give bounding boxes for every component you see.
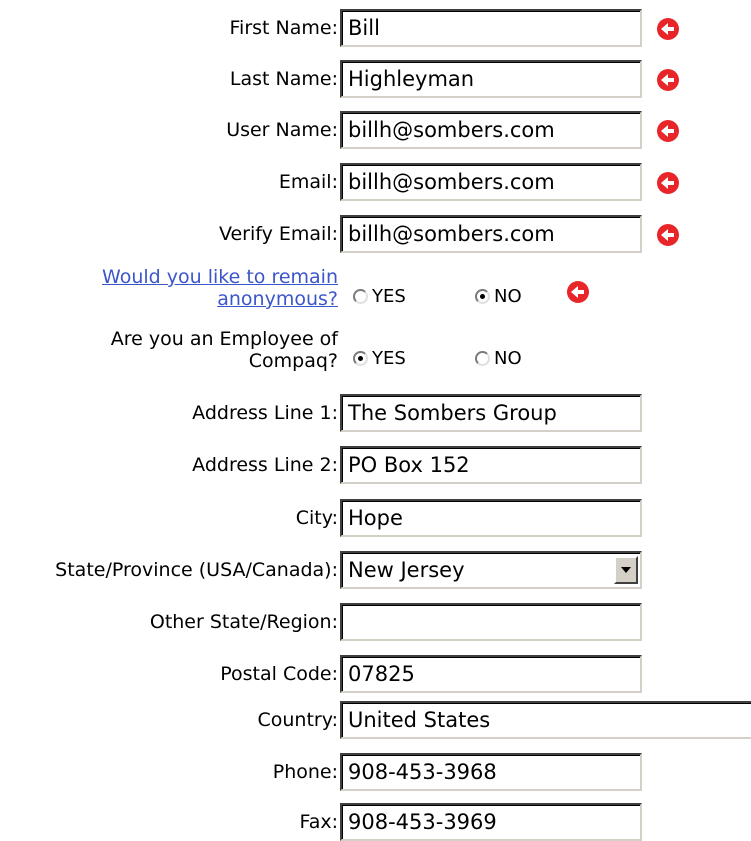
address1-field[interactable]: The Sombers Group (340, 394, 642, 432)
country-field[interactable]: United States (340, 701, 751, 739)
required-arrow-icon (657, 172, 679, 194)
anonymous-yes-radio[interactable] (353, 289, 368, 304)
anonymous-no-option[interactable]: NO (475, 286, 522, 307)
verify-email-label: Verify Email: (218, 223, 338, 245)
first-name-label: First Name: (229, 17, 338, 39)
phone-field[interactable]: 908-453-3968 (340, 753, 642, 791)
dropdown-arrow-icon[interactable] (614, 556, 638, 584)
required-arrow-icon (567, 281, 589, 303)
postal-code-field[interactable]: 07825 (340, 655, 642, 693)
employee-no-radio[interactable] (475, 351, 490, 366)
anonymous-yes-label: YES (372, 286, 406, 307)
anonymous-no-radio[interactable] (475, 289, 490, 304)
anonymous-link[interactable]: Would you like to remain anonymous? (102, 266, 338, 310)
fax-field[interactable]: 908-453-3969 (340, 803, 642, 841)
required-arrow-icon (657, 18, 679, 40)
required-arrow-icon (657, 69, 679, 91)
first-name-field[interactable]: Bill (340, 9, 642, 47)
required-arrow-icon (657, 224, 679, 246)
user-name-field[interactable]: billh@sombers.com (340, 111, 642, 149)
city-field[interactable]: Hope (340, 499, 642, 537)
employee-no-label: NO (494, 348, 522, 369)
employee-no-option[interactable]: NO (475, 348, 522, 369)
last-name-field[interactable]: Highleyman (340, 60, 642, 98)
phone-label: Phone: (272, 761, 338, 783)
address2-field[interactable]: PO Box 152 (340, 446, 642, 484)
employee-yes-label: YES (372, 348, 406, 369)
other-state-label: Other State/Region: (149, 611, 338, 633)
address1-label: Address Line 1: (192, 402, 338, 424)
user-name-label: User Name: (226, 119, 338, 141)
address2-label: Address Line 2: (192, 454, 338, 476)
postal-code-label: Postal Code: (220, 663, 338, 685)
other-state-field[interactable] (340, 603, 642, 641)
country-label: Country: (257, 709, 339, 731)
anonymous-no-label: NO (494, 286, 522, 307)
city-label: City: (295, 507, 338, 529)
email-label: Email: (278, 171, 338, 193)
anonymous-question: Would you like to remain anonymous? (102, 266, 338, 310)
required-arrow-icon (657, 120, 679, 142)
state-select[interactable]: New Jersey (340, 551, 642, 589)
employee-yes-option[interactable]: YES (353, 348, 406, 369)
fax-label: Fax: (299, 811, 338, 833)
state-label: State/Province (USA/Canada): (55, 559, 338, 581)
anonymous-yes-option[interactable]: YES (353, 286, 406, 307)
employee-yes-radio[interactable] (353, 351, 368, 366)
last-name-label: Last Name: (229, 68, 338, 90)
verify-email-field[interactable]: billh@sombers.com (340, 215, 642, 253)
state-select-value: New Jersey (348, 558, 465, 582)
email-field[interactable]: billh@sombers.com (340, 163, 642, 201)
employee-question: Are you an Employee of Compaq? (110, 328, 338, 372)
